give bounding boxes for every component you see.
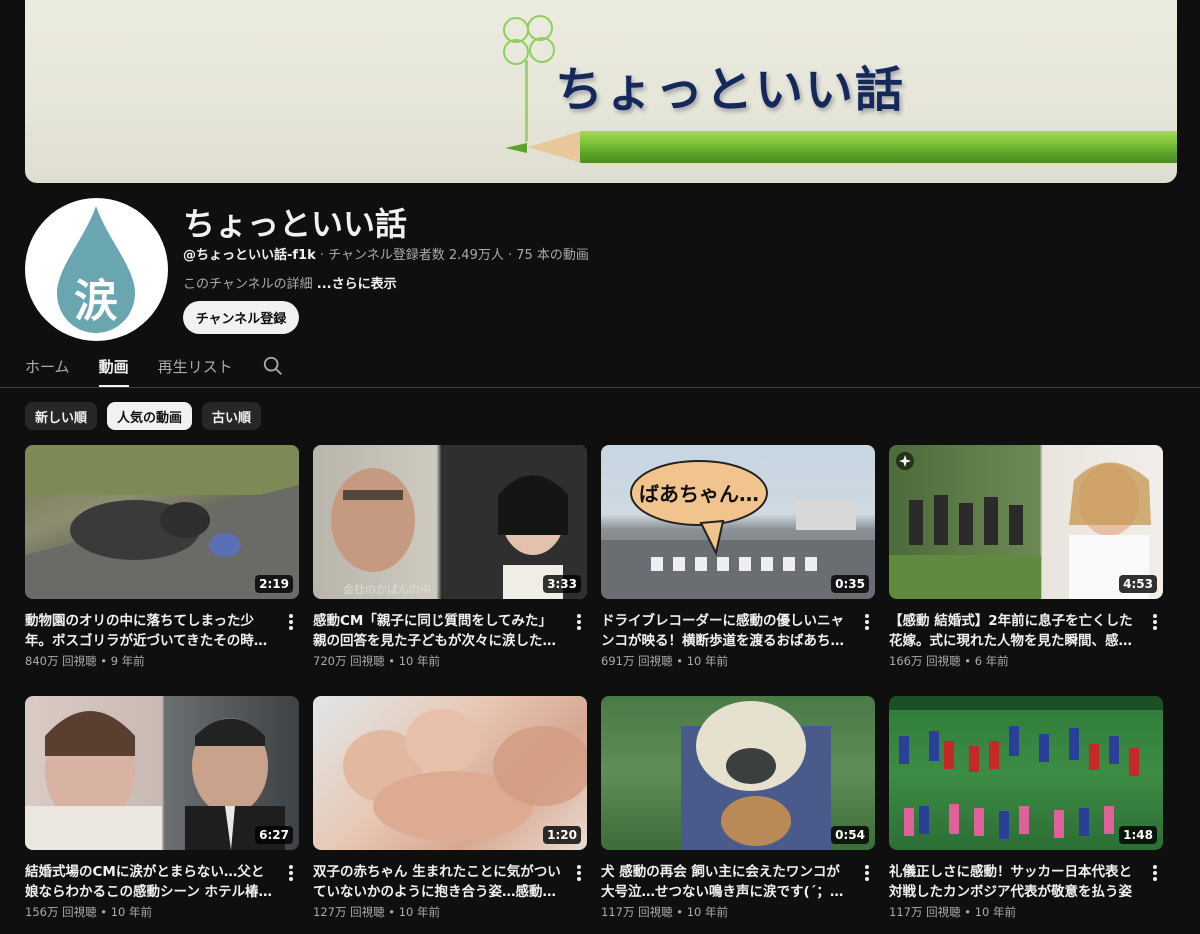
video-card[interactable]: 4:53 【感動 結婚式】2年前に息子を亡くした花嫁。式に現れた人物を見た瞬間、… — [889, 445, 1163, 668]
more-options-icon[interactable] — [285, 613, 297, 631]
video-card[interactable]: ばあちゃん… 0:35 ドライブレコーダーに感動の優しいニャンコが映る！横断歩道… — [601, 445, 875, 668]
channel-tabs: ホーム 動画 再生リスト — [25, 348, 284, 388]
tab-videos[interactable]: 動画 — [98, 348, 129, 388]
video-duration: 0:54 — [831, 826, 869, 844]
video-card[interactable]: 1:20 双子の赤ちゃん 生まれたことに気がついていないかのように抱き合う姿…感… — [313, 696, 587, 919]
more-options-icon[interactable] — [573, 613, 585, 631]
tab-playlists[interactable]: 再生リスト — [158, 348, 233, 388]
chip-popular[interactable]: 人気の動画 — [107, 402, 193, 430]
video-stats: 720万 回視聴 • 10 年前 — [313, 654, 440, 668]
more-options-icon[interactable] — [861, 864, 873, 882]
description-text: このチャンネルの詳細 — [183, 277, 317, 292]
pencil-wood — [528, 131, 582, 163]
avatar-text: 涙 — [74, 276, 118, 327]
video-duration: 2:19 — [255, 575, 293, 593]
video-card[interactable]: 0:54 犬 感動の再会 飼い主に会えたワンコが大号泣…せつない鳴き声に涙です(… — [601, 696, 875, 919]
video-stats: 691万 回視聴 • 10 年前 — [601, 654, 728, 668]
video-thumbnail[interactable]: 1:48 — [889, 696, 1163, 850]
speech-bubble-text: ばあちゃん… — [639, 482, 759, 506]
clover-stem — [525, 60, 528, 142]
pencil-tip — [505, 143, 527, 153]
video-card[interactable]: 1:48 礼儀正しさに感動！サッカー日本代表と対戦したカンボジア代表が敬意を払う… — [889, 696, 1163, 919]
video-stats: 166万 回視聴 • 6 年前 — [889, 654, 1009, 668]
video-thumbnail[interactable]: 会社のかばんの中 3:33 — [313, 445, 587, 599]
video-stats: 117万 回視聴 • 10 年前 — [601, 905, 728, 919]
channel-meta: @ちょっといい話-f1k · チャンネル登録者数 2.49万人 · 75 本の動… — [183, 244, 589, 263]
video-thumbnail[interactable]: 6:27 — [25, 696, 299, 850]
video-duration: 6:27 — [255, 826, 293, 844]
channel-handle: @ちょっといい話-f1k — [183, 248, 316, 263]
video-thumbnail[interactable]: 4:53 — [889, 445, 1163, 599]
more-options-icon[interactable] — [285, 864, 297, 882]
green-pencil — [580, 131, 1177, 163]
tab-home[interactable]: ホーム — [25, 348, 70, 388]
channel-stats: · チャンネル登録者数 2.49万人 · 75 本の動画 — [315, 248, 589, 263]
video-duration: 3:33 — [543, 575, 581, 593]
video-card[interactable]: 会社のかばんの中 3:33 感動CM「親子に同じ質問をしてみた」親の回答を見た子… — [313, 445, 587, 668]
video-stats: 117万 回視聴 • 10 年前 — [889, 905, 1016, 919]
video-title[interactable]: 感動CM「親子に同じ質問をしてみた」親の回答を見た子どもが次々に涙した理由とは… — [313, 611, 565, 651]
search-icon[interactable] — [262, 355, 284, 377]
more-options-icon[interactable] — [1149, 613, 1161, 631]
video-title[interactable]: 結婚式場のCMに涙がとまらない…父と娘ならわかるこの感動シーン ホテル椿山荘東京… — [25, 862, 277, 902]
channel-banner: ちょっといい話 — [25, 0, 1177, 183]
more-options-icon[interactable] — [861, 613, 873, 631]
video-card[interactable]: 2:19 動物園のオリの中に落ちてしまった少年。ボスゴリラが近づいてきたその時…… — [25, 445, 299, 668]
video-stats: 156万 回視聴 • 10 年前 — [25, 905, 152, 919]
video-stats: 840万 回視聴 • 9 年前 — [25, 654, 145, 668]
chip-newest[interactable]: 新しい順 — [25, 402, 98, 430]
tabs-divider — [0, 387, 1200, 388]
video-title[interactable]: 双子の赤ちゃん 生まれたことに気がついていないかのように抱き合う姿…感動的すぎ… — [313, 862, 565, 902]
channel-name: ちょっといい話 — [183, 205, 408, 243]
channel-avatar[interactable]: 涙 — [25, 198, 168, 341]
channel-description[interactable]: このチャンネルの詳細 ...さらに表示 — [183, 273, 397, 292]
more-options-icon[interactable] — [573, 864, 585, 882]
subscribe-button[interactable]: チャンネル登録 — [183, 301, 299, 334]
video-thumbnail[interactable]: 2:19 — [25, 445, 299, 599]
video-title[interactable]: 動物園のオリの中に落ちてしまった少年。ボスゴリラが近づいてきたその時… — [25, 611, 277, 651]
video-title[interactable]: ドライブレコーダーに感動の優しいニャンコが映る！横断歩道を渡るおばあちゃんを気… — [601, 611, 853, 651]
video-title[interactable]: 犬 感動の再会 飼い主に会えたワンコが大号泣…せつない鳴き声に涙です(´；ω；`… — [601, 862, 853, 902]
thumbnail-caption: 会社のかばんの中 — [343, 582, 431, 596]
video-thumbnail[interactable]: 0:54 — [601, 696, 875, 850]
video-title[interactable]: 礼儀正しさに感動！サッカー日本代表と対戦したカンボジア代表が敬意を払う姿 — [889, 862, 1141, 902]
video-thumbnail[interactable]: ばあちゃん… 0:35 — [601, 445, 875, 599]
video-card[interactable]: 6:27 結婚式場のCMに涙がとまらない…父と娘ならわかるこの感動シーン ホテル… — [25, 696, 299, 919]
tear-drop-icon: 涙 — [57, 206, 135, 333]
sparkle-icon — [896, 452, 914, 470]
show-more-link[interactable]: ...さらに表示 — [317, 277, 397, 292]
video-stats: 127万 回視聴 • 10 年前 — [313, 905, 440, 919]
sort-chips: 新しい順 人気の動画 古い順 — [25, 402, 262, 430]
banner-title: ちょっといい話 — [555, 62, 906, 118]
video-duration: 4:53 — [1119, 575, 1157, 593]
video-title[interactable]: 【感動 結婚式】2年前に息子を亡くした花嫁。式に現れた人物を見た瞬間、感極まる — [889, 611, 1141, 651]
video-duration: 1:20 — [543, 826, 581, 844]
video-duration: 0:35 — [831, 575, 869, 593]
video-thumbnail[interactable]: 1:20 — [313, 696, 587, 850]
chip-oldest[interactable]: 古い順 — [202, 402, 262, 430]
more-options-icon[interactable] — [1149, 864, 1161, 882]
video-duration: 1:48 — [1119, 826, 1157, 844]
